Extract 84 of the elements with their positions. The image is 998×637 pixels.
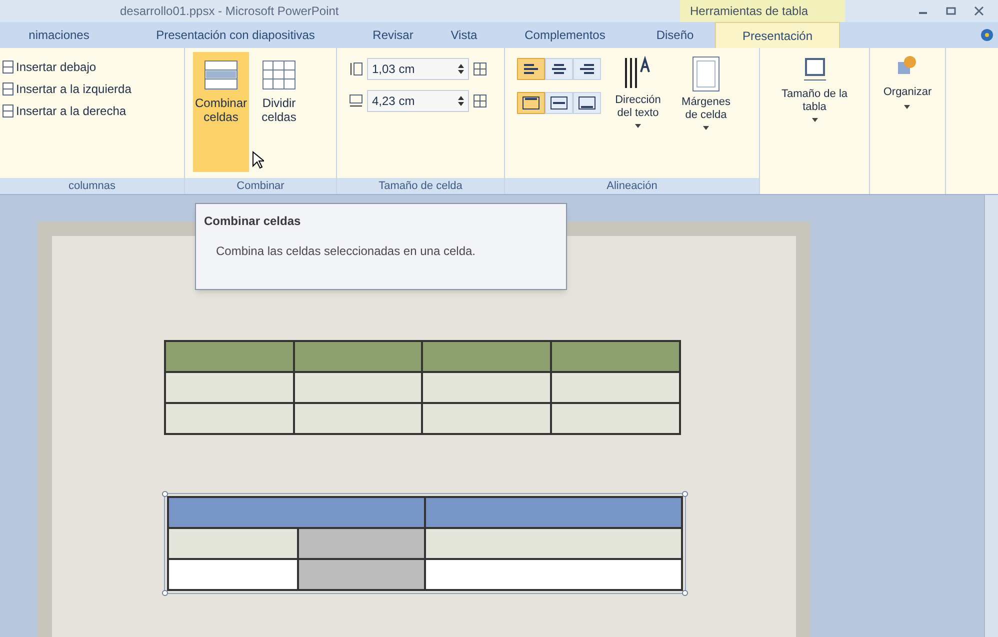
ribbon-tab[interactable]: Revisar <box>353 22 433 48</box>
table-cell[interactable] <box>425 528 682 559</box>
ribbon-tab[interactable]: Diseño <box>635 22 715 48</box>
context-tab-label: Herramientas de tabla <box>680 0 845 22</box>
cell-margins-button[interactable]: Márgenes de celda <box>675 54 737 178</box>
ribbon-tab[interactable]: nimaciones <box>0 22 118 48</box>
align-icon <box>578 62 596 76</box>
align-button[interactable] <box>573 92 601 114</box>
table-cell[interactable] <box>425 559 682 590</box>
column-width-icon <box>349 94 363 108</box>
table-cell[interactable] <box>165 372 294 403</box>
insert-button[interactable]: Insertar debajo <box>0 58 184 76</box>
align-button[interactable] <box>517 58 545 80</box>
merge-button[interactable]: Combinar celdas <box>193 52 249 172</box>
align-button[interactable] <box>545 92 573 114</box>
close-icon[interactable] <box>974 6 984 16</box>
align-icon <box>578 96 596 110</box>
align-icon <box>522 96 540 110</box>
table-cell[interactable] <box>422 372 551 403</box>
insert-icon <box>2 104 14 118</box>
tooltip-text: Combina las celdas seleccionadas en una celda. <box>215 243 476 260</box>
resize-handle[interactable] <box>682 590 688 596</box>
distribute-icon[interactable] <box>473 62 487 76</box>
insert-button[interactable]: Insertar a la derecha <box>0 102 184 120</box>
table-cell[interactable] <box>165 403 294 434</box>
row-height-icon <box>349 62 363 76</box>
caret-icon <box>812 118 818 122</box>
text-direction-button[interactable]: Dirección del texto <box>607 54 669 178</box>
cell-margins-icon <box>692 56 720 92</box>
table-cell[interactable] <box>422 341 551 372</box>
size-field[interactable]: 1,03 cm <box>367 58 469 80</box>
resize-handle[interactable] <box>162 590 168 596</box>
tooltip-title: Combinar celdas <box>204 213 302 230</box>
scrollbar[interactable] <box>984 195 998 637</box>
ribbon-tab[interactable]: Complementos <box>495 22 635 48</box>
table-cell[interactable] <box>168 528 298 559</box>
caret-icon <box>635 124 641 128</box>
table-grid-icon <box>204 60 238 90</box>
ribbon-tab[interactable]: Vista <box>433 22 495 48</box>
table-cell[interactable] <box>298 528 425 559</box>
table-cell[interactable] <box>551 403 680 434</box>
group-label: columnas <box>0 178 184 194</box>
help-icon[interactable] <box>980 28 994 42</box>
table-cell[interactable] <box>294 403 422 434</box>
align-icon <box>550 96 568 110</box>
maximize-icon[interactable] <box>946 6 956 16</box>
table-cell[interactable] <box>168 497 425 528</box>
insert-icon <box>2 60 14 74</box>
caret-icon <box>904 104 910 108</box>
table-cell[interactable] <box>551 372 680 403</box>
size-field[interactable]: 4,23 cm <box>367 90 469 112</box>
caret-icon <box>703 126 709 130</box>
align-icon <box>550 62 568 76</box>
merge-button[interactable]: Dividir celdas <box>251 52 307 172</box>
table-cell[interactable] <box>425 497 682 528</box>
mouse-cursor-icon <box>252 151 264 169</box>
align-button[interactable] <box>545 58 573 80</box>
table-cell[interactable] <box>168 559 298 590</box>
ribbon-tab[interactable]: Presentación con diapositivas <box>118 22 353 48</box>
resize-handle[interactable] <box>682 491 688 497</box>
table-cell[interactable] <box>298 559 425 590</box>
arrange-button[interactable]: Organizar <box>883 54 932 194</box>
text-direction-icon <box>623 56 653 90</box>
insert-button[interactable]: Insertar a la izquierda <box>0 80 184 98</box>
align-button[interactable] <box>573 58 601 80</box>
table-grid-icon <box>262 60 296 90</box>
table-cell[interactable] <box>294 341 422 372</box>
resize-handle[interactable] <box>162 491 168 497</box>
table-cell[interactable] <box>294 372 422 403</box>
group-label: Tamaño de celda <box>337 178 504 194</box>
spinner-icon[interactable] <box>458 63 464 75</box>
insert-icon <box>2 82 14 96</box>
table-cell[interactable] <box>422 403 551 434</box>
table-cell[interactable] <box>165 341 294 372</box>
table-size-button[interactable]: Tamaño de la tabla <box>774 54 854 194</box>
group-label: Combinar <box>185 178 336 194</box>
ribbon-tab[interactable]: Presentación <box>715 22 840 48</box>
align-button[interactable] <box>517 92 545 114</box>
window-title: desarrollo01.ppsx - Microsoft PowerPoint <box>119 3 340 20</box>
spinner-icon[interactable] <box>458 95 464 107</box>
group-label: Alineación <box>505 178 759 194</box>
distribute-icon[interactable] <box>473 94 487 108</box>
table-cell[interactable] <box>551 341 680 372</box>
align-icon <box>522 62 540 76</box>
